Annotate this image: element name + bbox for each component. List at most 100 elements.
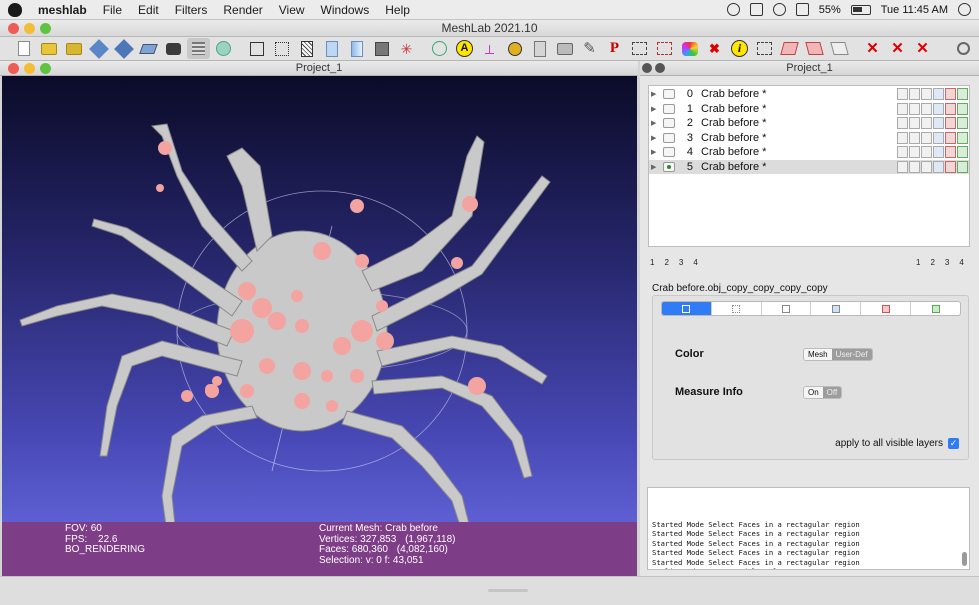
visibility-toggle-icon[interactable] (663, 161, 675, 172)
select-connected-icon[interactable] (753, 38, 776, 59)
layer-wire-icon[interactable] (921, 117, 932, 129)
visibility-toggle-icon[interactable] (663, 132, 675, 143)
search-icon[interactable] (952, 38, 975, 59)
expand-arrow-icon[interactable]: ▶ (651, 163, 660, 171)
layer-decorator-icon[interactable] (957, 102, 968, 115)
layer-row[interactable]: ▶ 3 Crab before * (649, 131, 969, 145)
layer-solid-icon[interactable] (933, 102, 944, 115)
pager-left-3[interactable]: 3 (679, 258, 683, 267)
crab-mesh-render[interactable] (2, 76, 637, 576)
bbox-icon[interactable] (245, 38, 268, 59)
layer-selection-icon[interactable] (945, 146, 956, 158)
expand-arrow-icon[interactable]: ▶ (651, 90, 660, 98)
layer-decorator-icon[interactable] (957, 131, 968, 144)
layer-row[interactable]: ▶ 1 Crab before * (649, 102, 969, 116)
layer-bbox-icon[interactable] (897, 88, 908, 100)
pager-left-2[interactable]: 2 (664, 258, 668, 267)
minimize-window-button[interactable] (24, 23, 35, 34)
new-doc-icon[interactable] (12, 38, 35, 59)
delete-a-icon[interactable]: ✕ (861, 38, 884, 59)
close-window-button[interactable] (8, 23, 19, 34)
delete-c-icon[interactable]: ✕ (911, 38, 934, 59)
log-panel[interactable]: Started Mode Select Faces in a rectagula… (647, 487, 970, 570)
visibility-toggle-icon[interactable] (663, 89, 675, 99)
volume-icon[interactable] (795, 3, 809, 16)
layer-solid-icon[interactable] (933, 117, 944, 129)
info-icon[interactable]: i (728, 38, 751, 59)
layer-points-icon[interactable] (909, 131, 920, 144)
spotlight-icon[interactable] (958, 3, 971, 16)
texture-icon[interactable] (370, 38, 393, 59)
3d-viewport[interactable] (2, 76, 637, 576)
clock[interactable]: Tue 11:45 AM (881, 4, 948, 16)
layer-row[interactable]: ▶ 5 Crab before * (649, 159, 969, 174)
select-faces-icon[interactable] (653, 38, 676, 59)
open-project-icon[interactable] (62, 38, 85, 59)
tab-wire[interactable] (762, 302, 812, 315)
layer-row[interactable]: ▶ 2 Crab before * (649, 116, 969, 130)
expand-arrow-icon[interactable]: ▶ (651, 105, 660, 113)
layer-wire-icon[interactable] (921, 102, 932, 115)
layer-points-icon[interactable] (909, 102, 920, 115)
layer-decorator-icon[interactable] (957, 88, 968, 100)
trackball-icon[interactable] (428, 38, 451, 59)
layer-bbox-icon[interactable] (897, 117, 908, 129)
time-machine-icon[interactable] (726, 3, 740, 16)
layer-solid-icon[interactable] (933, 88, 944, 100)
layer-wire-icon[interactable] (921, 88, 932, 100)
layer-selection-icon[interactable] (945, 88, 956, 100)
points-icon[interactable] (270, 38, 293, 59)
layer-points-icon[interactable] (909, 88, 920, 100)
measure-icon[interactable]: ⟂ (478, 38, 501, 59)
menu-view[interactable]: View (271, 3, 313, 17)
menu-filters[interactable]: Filters (167, 3, 216, 17)
layer-selection-icon[interactable] (945, 117, 956, 129)
layer-wire-icon[interactable] (921, 160, 932, 173)
sel-faces-a-icon[interactable] (778, 38, 801, 59)
pager-right-4[interactable]: 4 (959, 258, 963, 267)
smooth-icon[interactable] (345, 38, 368, 59)
tab-points[interactable] (712, 302, 762, 315)
layer-bbox-icon[interactable] (897, 131, 908, 144)
layer-decorator-icon[interactable] (957, 146, 968, 158)
layer-decorator-icon[interactable] (957, 160, 968, 173)
annotation-icon[interactable]: A (453, 38, 476, 59)
menu-render[interactable]: Render (215, 3, 270, 17)
open-folder-icon[interactable] (37, 38, 60, 59)
project-close-button[interactable] (8, 63, 19, 74)
measure-option-on[interactable]: On (804, 387, 823, 398)
reload-icon[interactable] (87, 38, 110, 59)
delete-b-icon[interactable]: ✕ (886, 38, 909, 59)
dock-close-icon[interactable] (642, 63, 652, 73)
pager-right-3[interactable]: 3 (945, 258, 949, 267)
layer-points-icon[interactable] (909, 160, 920, 173)
flat-lines-icon[interactable] (320, 38, 343, 59)
pick-points-icon[interactable] (503, 38, 526, 59)
sel-faces-b-icon[interactable] (803, 38, 826, 59)
layer-decorator-icon[interactable] (957, 117, 968, 129)
visibility-toggle-icon[interactable] (663, 103, 675, 114)
globe-icon[interactable] (212, 38, 235, 59)
color-option-userdef[interactable]: User-Def (831, 349, 872, 360)
layer-wire-icon[interactable] (921, 146, 932, 158)
layer-selection-icon[interactable] (945, 131, 956, 144)
pager-right-1[interactable]: 1 (916, 258, 920, 267)
resize-grip[interactable] (488, 589, 528, 592)
tab-selection[interactable] (861, 302, 912, 315)
menu-file[interactable]: File (95, 3, 130, 17)
menu-app[interactable]: meshlab (30, 3, 95, 17)
sel-faces-c-icon[interactable] (828, 38, 851, 59)
bluetooth-icon[interactable] (749, 3, 763, 16)
expand-arrow-icon[interactable]: ▶ (651, 148, 660, 156)
zoom-window-button[interactable] (40, 23, 51, 34)
layer-row[interactable]: ▶ 0 Crab before * (649, 87, 969, 101)
measure-option-off[interactable]: Off (822, 387, 842, 398)
color-option-mesh[interactable]: Mesh (804, 349, 832, 360)
tab-decorators[interactable] (911, 302, 960, 315)
apple-icon[interactable] (8, 2, 22, 17)
project-zoom-button[interactable] (40, 63, 51, 74)
expand-arrow-icon[interactable]: ▶ (651, 134, 660, 142)
layer-points-icon[interactable] (909, 117, 920, 129)
dock-float-icon[interactable] (655, 63, 665, 73)
log-scrollbar[interactable] (962, 552, 967, 566)
